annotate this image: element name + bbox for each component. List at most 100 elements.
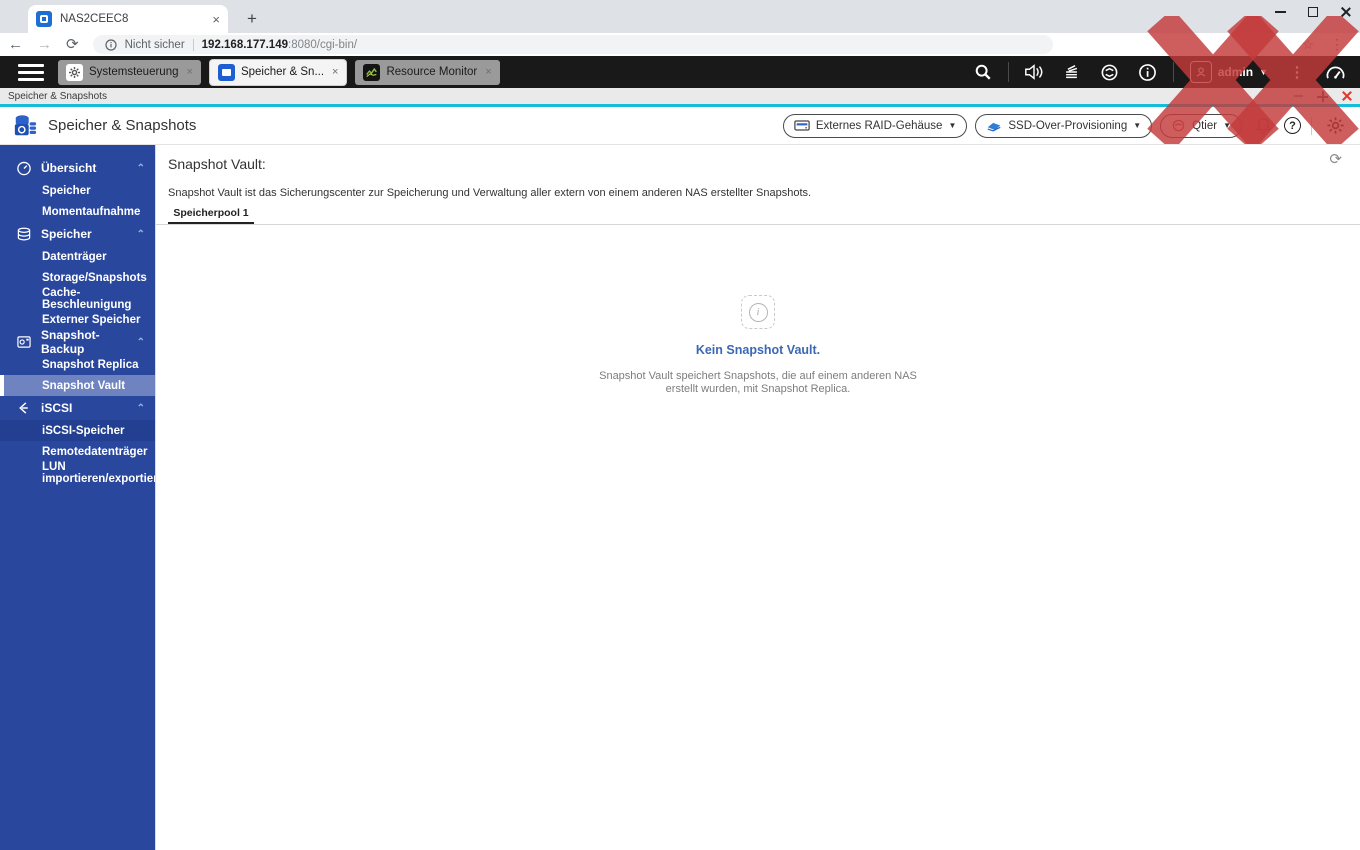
bookmark-star-icon[interactable]: ☆: [1302, 37, 1314, 53]
window-close-button[interactable]: [1342, 91, 1352, 101]
window-maximize-button[interactable]: [1317, 91, 1328, 102]
info-circle-icon: i: [749, 303, 768, 322]
sidebar-item-iscsi-speicher[interactable]: iSCSI-Speicher: [0, 420, 155, 441]
new-tab-button[interactable]: +: [242, 9, 262, 29]
ssd-icon: [986, 119, 1002, 132]
window-title: Speicher & Snapshots: [8, 91, 107, 102]
sidebar-item-momentaufnahme[interactable]: Momentaufnahme: [0, 201, 155, 222]
tab-close-icon[interactable]: ×: [187, 66, 193, 78]
toolbar-right: ☆ ⋮: [1302, 36, 1352, 53]
browser-close-button[interactable]: [1340, 6, 1352, 18]
taskbar-tab-resource-monitor[interactable]: Resource Monitor ×: [355, 60, 499, 85]
window-controls: [1294, 91, 1352, 102]
background-tasks-icon[interactable]: [1053, 56, 1091, 88]
site-info-icon[interactable]: [105, 39, 117, 51]
sidebar-section-snapshot-backup[interactable]: Snapshot-Backup ⌃: [0, 330, 155, 354]
settings-gear-icon[interactable]: [1322, 116, 1348, 135]
taskbar-separator: [1008, 62, 1009, 82]
window-minimize-button[interactable]: [1294, 95, 1303, 97]
tab-divider: [156, 224, 1360, 225]
caret-down-icon: ▼: [1133, 121, 1141, 130]
taskbar-tab-speicher-snapshots[interactable]: Speicher & Sn... ×: [210, 60, 347, 85]
browser-window-controls: [1275, 2, 1352, 22]
qtier-button[interactable]: Qtier ▼: [1160, 114, 1242, 138]
external-raid-button[interactable]: Externes RAID-Gehäuse ▼: [783, 114, 967, 138]
ssd-over-provisioning-button[interactable]: SSD-Over-Provisioning ▼: [975, 114, 1152, 138]
search-icon[interactable]: [964, 56, 1002, 88]
sidebar-section-iscsi[interactable]: iSCSI ⌃: [0, 396, 155, 420]
chevron-up-icon[interactable]: ⌃: [137, 403, 145, 414]
notifications-bell-icon[interactable]: [1250, 117, 1276, 134]
dashboard-gauge-icon[interactable]: [1316, 56, 1354, 88]
sidebar-item-cache-beschleunigung[interactable]: Cache-Beschleunigung: [0, 288, 155, 309]
chevron-up-icon[interactable]: ⌃: [137, 163, 145, 174]
sync-status-icon[interactable]: [1091, 56, 1129, 88]
volume-icon[interactable]: [1015, 56, 1053, 88]
button-label: Qtier: [1192, 120, 1217, 132]
browser-minimize-button[interactable]: [1275, 11, 1286, 13]
security-label: Nicht sicher: [125, 39, 185, 51]
section-label: iSCSI: [41, 401, 72, 415]
content-heading: Snapshot Vault:: [168, 156, 1360, 172]
overview-gauge-icon: [16, 161, 32, 176]
forward-icon[interactable]: →: [37, 37, 52, 52]
main-menu-icon[interactable]: [18, 64, 44, 81]
sidebar-item-datentraeger[interactable]: Datenträger: [0, 246, 155, 267]
chevron-up-icon[interactable]: ⌃: [137, 337, 145, 348]
refresh-icon[interactable]: ⟳: [1329, 150, 1342, 168]
sidebar-item-lun-import-export[interactable]: LUN importieren/exportier: [0, 462, 155, 483]
snapshot-camera-icon: [16, 335, 32, 349]
back-icon[interactable]: ←: [8, 37, 23, 52]
tab-close-icon[interactable]: ×: [212, 13, 220, 26]
tab-close-icon[interactable]: ×: [332, 66, 338, 78]
url-host: 192.168.177.149: [202, 39, 288, 51]
tab-close-icon[interactable]: ×: [485, 66, 491, 78]
section-label: Speicher: [41, 227, 92, 241]
caret-down-icon: ▼: [1223, 121, 1231, 130]
taskbar-tab-label: Systemsteuerung: [89, 66, 179, 78]
sidebar-item-snapshot-vault[interactable]: Snapshot Vault: [0, 375, 155, 396]
help-icon[interactable]: ?: [1284, 117, 1301, 134]
control-panel-icon: [66, 64, 83, 81]
empty-state-title: Kein Snapshot Vault.: [696, 343, 820, 357]
address-divider: [193, 39, 194, 51]
taskbar-tab-systemsteuerung[interactable]: Systemsteuerung ×: [58, 60, 201, 85]
site-favicon-icon: [36, 11, 52, 27]
browser-maximize-button[interactable]: [1308, 7, 1318, 17]
storage-snapshots-app-icon: [12, 114, 38, 138]
chevron-up-icon[interactable]: ⌃: [137, 229, 145, 240]
disks-stack-icon: [16, 227, 32, 242]
sidebar-item-speicher[interactable]: Speicher: [0, 180, 155, 201]
raid-enclosure-icon: [794, 119, 810, 132]
app-header-actions: Externes RAID-Gehäuse ▼ SSD-Over-Provisi…: [783, 114, 1348, 138]
taskbar-right: admin ▼ ⋮: [964, 56, 1360, 88]
empty-info-icon: i: [741, 295, 775, 329]
storage-snapshots-icon: [218, 64, 235, 81]
sidebar-item-externer-speicher[interactable]: Externer Speicher: [0, 309, 155, 330]
browser-tab-title: NAS2CEEC8: [60, 13, 204, 25]
app-header: Speicher & Snapshots Externes RAID-Gehäu…: [0, 107, 1360, 145]
address-bar[interactable]: Nicht sicher 192.168.177.149:8080/cgi-bi…: [93, 35, 1053, 54]
main-content: ⟳ Snapshot Vault: Snapshot Vault ist das…: [155, 145, 1360, 850]
user-menu[interactable]: admin ▼: [1180, 61, 1278, 83]
sidebar-item-remotedatentraeger[interactable]: Remotedatenträger: [0, 441, 155, 462]
qts-taskbar: Systemsteuerung × Speicher & Sn... × Res…: [0, 56, 1360, 88]
browser-menu-icon[interactable]: ⋮: [1330, 36, 1344, 53]
taskbar-tab-label: Resource Monitor: [386, 66, 477, 78]
empty-state-text: Snapshot Vault speichert Snapshots, die …: [592, 370, 924, 395]
sidebar-item-snapshot-replica[interactable]: Snapshot Replica: [0, 354, 155, 375]
reload-icon[interactable]: ⟳: [66, 37, 79, 52]
header-separator: [1311, 117, 1312, 135]
tab-speicherpool-1[interactable]: Speicherpool 1: [168, 207, 254, 224]
more-options-icon[interactable]: ⋮: [1278, 56, 1316, 88]
iscsi-arrow-icon: [16, 401, 32, 415]
url-path: :8080/cgi-bin/: [288, 39, 357, 51]
sidebar-section-uebersicht[interactable]: Übersicht ⌃: [0, 156, 155, 180]
notification-info-icon[interactable]: [1129, 56, 1167, 88]
url-text: 192.168.177.149:8080/cgi-bin/: [202, 39, 357, 51]
window-titlebar: Speicher & Snapshots: [0, 88, 1360, 104]
avatar-icon: [1190, 61, 1212, 83]
browser-tab[interactable]: NAS2CEEC8 ×: [28, 5, 228, 33]
sidebar-section-speicher[interactable]: Speicher ⌃: [0, 222, 155, 246]
sidebar-item-storage-snapshots[interactable]: Storage/Snapshots: [0, 267, 155, 288]
